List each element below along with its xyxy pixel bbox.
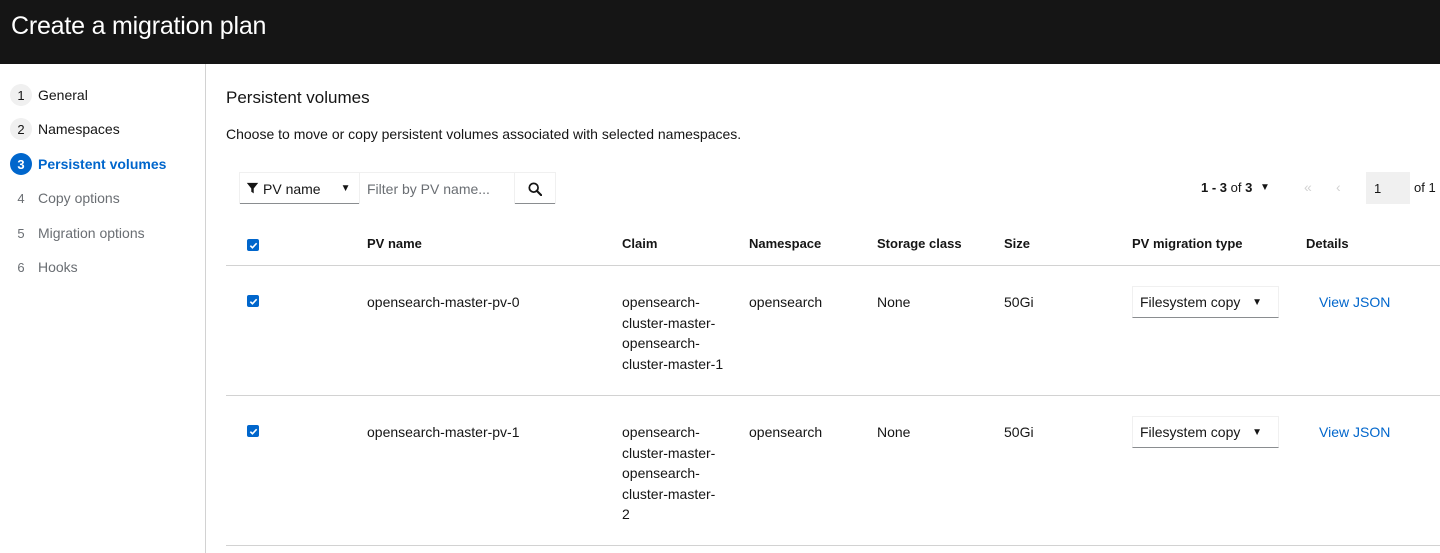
wizard-step-general[interactable]: 1 General	[10, 83, 88, 107]
view-json-link[interactable]: View JSON	[1319, 424, 1390, 440]
row-divider	[226, 545, 1440, 546]
migration-type-value: Filesystem copy	[1140, 424, 1241, 440]
section-description: Choose to move or copy persistent volume…	[226, 126, 742, 142]
size-cell: 50Gi	[1004, 424, 1034, 440]
column-header-size[interactable]: Size	[1004, 236, 1030, 251]
caret-down-icon: ▼	[340, 183, 351, 194]
wizard-step-migration-options[interactable]: 5 Migration options	[10, 221, 145, 245]
column-header-pv-name[interactable]: PV name	[367, 236, 422, 251]
filter-toolbar: PV name ▼	[239, 172, 556, 204]
step-number: 3	[10, 153, 32, 175]
column-header-claim[interactable]: Claim	[622, 236, 657, 251]
step-label: Persistent volumes	[38, 156, 167, 172]
migration-type-value: Filesystem copy	[1140, 294, 1241, 310]
row-checkbox[interactable]	[247, 295, 259, 307]
namespace-cell: opensearch	[749, 294, 823, 310]
wizard-step-persistent-volumes[interactable]: 3 Persistent volumes	[10, 152, 166, 176]
pagination-of: of	[1230, 180, 1242, 195]
main-content: Persistent volumes Choose to move or cop…	[206, 64, 1440, 553]
angle-left-icon[interactable]: ‹	[1336, 179, 1341, 195]
step-label: Namespaces	[38, 121, 120, 137]
column-header-details: Details	[1306, 236, 1349, 251]
step-number: 6	[17, 259, 25, 275]
step-label: Migration options	[38, 225, 145, 241]
filter-type-label: PV name	[263, 180, 321, 197]
claim-line: opensearch-	[622, 424, 700, 440]
column-header-migration-type[interactable]: PV migration type	[1132, 236, 1243, 251]
step-label: General	[38, 87, 88, 103]
namespace-cell: opensearch	[749, 424, 823, 440]
step-number: 4	[17, 190, 25, 206]
double-angle-left-icon[interactable]: «	[1304, 179, 1312, 195]
pv-name-cell: opensearch-master-pv-0	[367, 294, 520, 310]
claim-line: opensearch-	[622, 465, 700, 481]
page-number-input[interactable]	[1366, 172, 1410, 204]
wizard-step-hooks[interactable]: 6 Hooks	[10, 255, 78, 279]
caret-down-icon: ▼	[1252, 296, 1262, 308]
step-label: Copy options	[38, 190, 120, 206]
claim-line: cluster-master-	[622, 444, 716, 461]
page-header-title: Create a migration plan	[11, 12, 267, 40]
filter-type-dropdown[interactable]: PV name ▼	[239, 172, 359, 204]
step-label: Hooks	[38, 259, 78, 275]
search-icon	[528, 181, 542, 196]
claim-cell: opensearch- cluster-master- opensearch- …	[622, 422, 732, 525]
table-header-divider	[226, 265, 1440, 266]
check-icon	[249, 298, 257, 305]
claim-line: 2	[622, 506, 630, 522]
row-divider	[226, 395, 1440, 396]
view-json-link[interactable]: View JSON	[1319, 294, 1390, 310]
caret-down-icon: ▼	[1252, 426, 1262, 438]
row-checkbox[interactable]	[247, 425, 259, 437]
search-button[interactable]	[515, 172, 556, 204]
select-all-checkbox[interactable]	[247, 239, 259, 251]
wizard-nav: 1 General 2 Namespaces 3 Persistent volu…	[0, 64, 206, 553]
wizard-step-copy-options[interactable]: 4 Copy options	[10, 186, 120, 210]
step-number: 2	[10, 118, 32, 140]
migration-type-select[interactable]: Filesystem copy ▼	[1132, 416, 1279, 448]
claim-cell: opensearch- cluster-master- opensearch- …	[622, 292, 732, 374]
claim-line: opensearch-	[622, 294, 700, 310]
caret-down-icon: ▼	[1260, 182, 1270, 193]
pagination-range: 1 - 3	[1201, 180, 1228, 195]
step-number: 1	[10, 84, 32, 106]
wizard-step-namespaces[interactable]: 2 Namespaces	[10, 117, 120, 141]
storage-class-cell: None	[877, 294, 911, 310]
pagination-total: 3	[1245, 180, 1253, 195]
claim-line: cluster-master-1	[622, 355, 724, 372]
claim-line: cluster-master-	[622, 314, 716, 331]
page-of-label: of 1	[1414, 180, 1436, 195]
column-header-storage-class[interactable]: Storage class	[877, 236, 962, 251]
storage-class-cell: None	[877, 424, 911, 440]
claim-line: opensearch-	[622, 335, 700, 351]
section-title: Persistent volumes	[226, 88, 370, 107]
migration-type-select[interactable]: Filesystem copy ▼	[1132, 286, 1279, 318]
check-icon	[249, 428, 257, 435]
pagination-toggle[interactable]: 1 - 3 of 3	[1201, 180, 1252, 195]
filter-input[interactable]	[359, 172, 515, 204]
size-cell: 50Gi	[1004, 294, 1034, 310]
page-header: Create a migration plan	[0, 0, 1440, 64]
claim-line: cluster-master-	[622, 485, 716, 502]
step-number: 5	[17, 225, 25, 241]
check-icon	[249, 242, 257, 249]
pv-name-cell: opensearch-master-pv-1	[367, 424, 520, 440]
column-header-namespace[interactable]: Namespace	[749, 236, 821, 251]
filter-icon	[246, 182, 259, 194]
